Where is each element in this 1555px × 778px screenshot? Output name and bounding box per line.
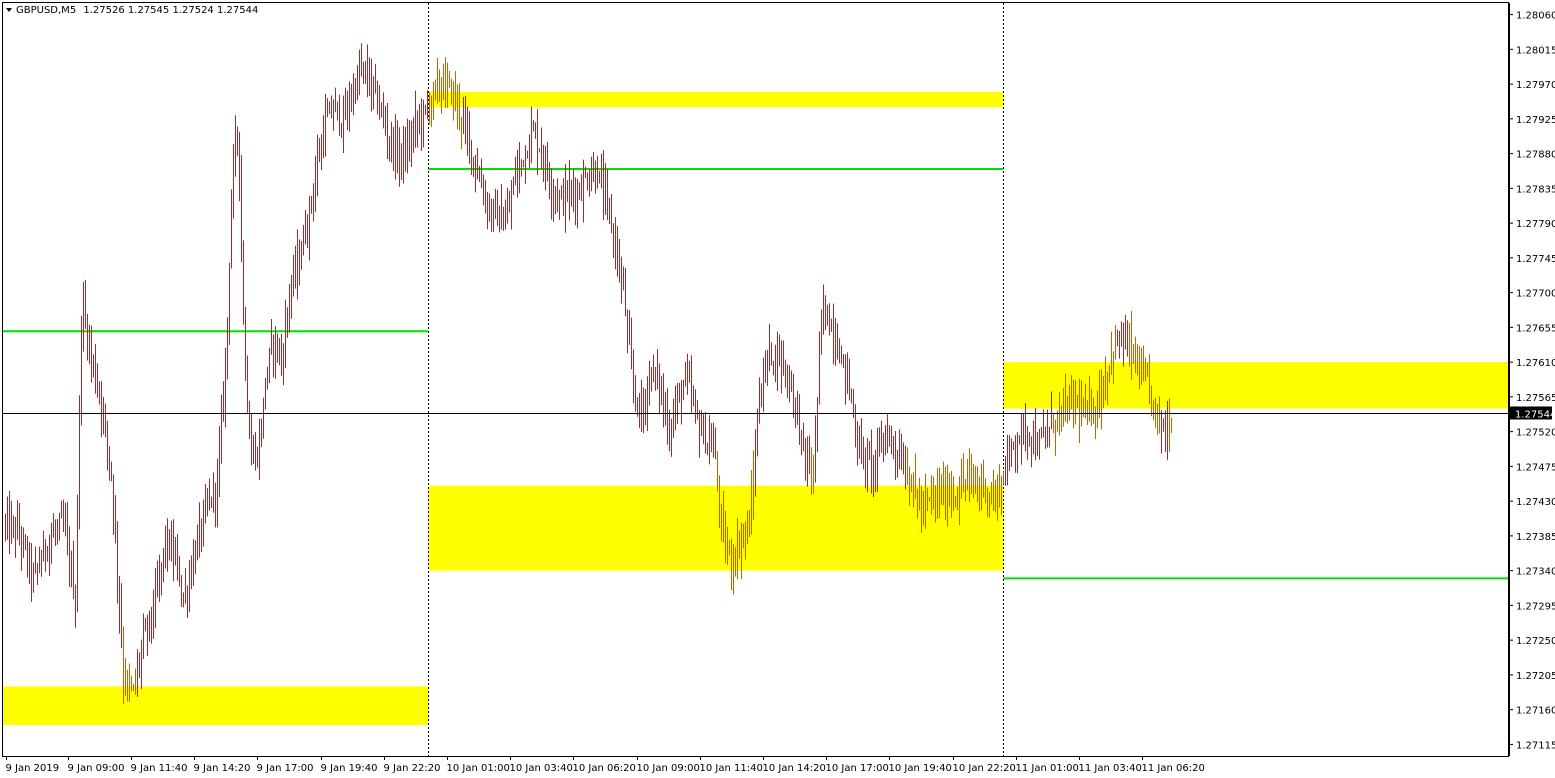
price-tick-label: 1.27340 [1516, 567, 1555, 578]
time-tick-label: 10 Jan 03:40 [510, 763, 573, 774]
time-tick-label: 9 Jan 09:00 [68, 763, 125, 774]
price-tick-label: 1.27250 [1516, 636, 1555, 647]
price-tick-label: 1.27520 [1516, 428, 1555, 439]
time-tick-label: 10 Jan 19:40 [889, 763, 952, 774]
price-axis[interactable]: 1.28060 1.28015 1.27970 1.27925 1.27880 1.278… [1509, 3, 1555, 756]
time-tick-label: 9 Jan 22:20 [384, 763, 441, 774]
time-tick-label: 10 Jan 06:20 [573, 763, 636, 774]
price-tick-label: 1.28060 [1516, 11, 1555, 22]
price-tick-label: 1.27115 [1516, 740, 1555, 751]
chart-header: GBPUSD,M5 1.27526 1.27545 1.27524 1.2754… [6, 5, 258, 16]
price-tick-label: 1.27835 [1516, 184, 1555, 195]
time-tick-label: 10 Jan 09:00 [637, 763, 700, 774]
time-tick-label: 10 Jan 11:40 [700, 763, 763, 774]
price-tick-label: 1.27205 [1516, 671, 1555, 682]
price-tick-label: 1.27475 [1516, 462, 1555, 473]
time-tick-label: 10 Jan 01:00 [447, 763, 510, 774]
current-price-tag: 1.27544 [1510, 406, 1555, 421]
time-axis[interactable]: 9 Jan 2019 9 Jan 09:00 9 Jan 11:40 9 Jan 14… [6, 756, 1205, 774]
time-tick-label: 9 Jan 11:40 [131, 763, 188, 774]
zone-0 [3, 686, 429, 726]
price-tick-label: 1.27430 [1516, 497, 1555, 508]
zone-1 [428, 91, 1004, 108]
time-tick-label: 10 Jan 14:20 [763, 763, 826, 774]
time-tick-label: 9 Jan 19:40 [321, 763, 378, 774]
price-tick-label: 1.27925 [1516, 115, 1555, 126]
price-tick-label: 1.27790 [1516, 219, 1555, 230]
zone-3 [1003, 362, 1508, 409]
price-tick-label: 1.27385 [1516, 532, 1555, 543]
price-tick-label: 1.27295 [1516, 601, 1555, 612]
price-chart[interactable]: GBPUSD,M5 1.27526 1.27545 1.27524 1.2754… [0, 0, 1555, 778]
price-tick-label: 1.28015 [1516, 45, 1555, 56]
price-tick-label: 1.27880 [1516, 150, 1555, 161]
chart-window: GBPUSD,M5 1.27526 1.27545 1.27524 1.2754… [0, 0, 1555, 778]
current-price-label: 1.27544 [1515, 410, 1555, 421]
price-tick-label: 1.27700 [1516, 289, 1555, 300]
time-tick-label: 10 Jan 17:00 [826, 763, 889, 774]
price-tick-label: 1.27565 [1516, 393, 1555, 404]
time-tick-label: 11 Jan 06:20 [1142, 763, 1205, 774]
svg-text:GBPUSD,M5 1.27526 1.27: GBPUSD,M5 1.27526 1.27545 1.27524 1.2754… [16, 5, 258, 16]
time-tick-label: 9 Jan 2019 [6, 763, 60, 774]
price-tick-label: 1.27745 [1516, 254, 1555, 265]
time-tick-label: 11 Jan 03:40 [1079, 763, 1142, 774]
time-tick-label: 10 Jan 22:20 [953, 763, 1016, 774]
price-tick-label: 1.27160 [1516, 706, 1555, 717]
time-tick-label: 9 Jan 14:20 [194, 763, 251, 774]
price-tick-label: 1.27970 [1516, 80, 1555, 91]
price-tick-label: 1.27655 [1516, 323, 1555, 334]
time-tick-label: 11 Jan 01:00 [1016, 763, 1079, 774]
price-tick-label: 1.27610 [1516, 358, 1555, 369]
time-tick-label: 9 Jan 17:00 [257, 763, 314, 774]
symbol-label: GBPUSD,M5 [16, 5, 76, 16]
ohlc-label: 1.27526 1.27545 1.27524 1.27544 [83, 5, 258, 16]
